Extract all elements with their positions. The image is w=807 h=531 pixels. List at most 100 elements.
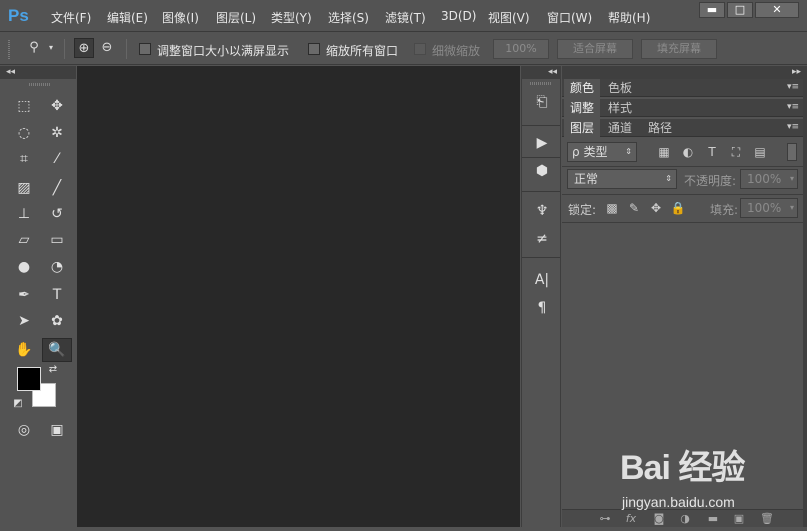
menu-3d[interactable]: 3D(D): [441, 9, 476, 23]
tab-channels[interactable]: 通道: [602, 119, 638, 137]
lasso-tool-icon[interactable]: ◌: [11, 122, 37, 144]
foreground-color-swatch[interactable]: [17, 367, 41, 391]
brush-settings-panel-icon[interactable]: ≠: [530, 228, 554, 250]
panel-menu-icon[interactable]: ▾≡: [787, 102, 799, 112]
actions-panel-icon[interactable]: ▶: [530, 132, 554, 154]
history-brush-tool-icon[interactable]: ↺: [44, 203, 70, 225]
healing-brush-tool-icon[interactable]: ▨: [11, 177, 37, 199]
lock-position-icon[interactable]: ✥: [648, 200, 664, 216]
eyedropper-tool-icon[interactable]: ⁄: [44, 148, 70, 170]
fit-screen-button[interactable]: 适合屏幕: [557, 39, 633, 59]
minimize-button[interactable]: ▬: [699, 2, 725, 18]
tab-adjustments[interactable]: 调整: [564, 99, 601, 117]
type-layer-filter-icon[interactable]: T: [704, 144, 720, 160]
pixel-layer-filter-icon[interactable]: ▦: [656, 144, 672, 160]
zoom-in-icon[interactable]: ⊕: [74, 38, 94, 58]
chevron-down-icon: ▾: [789, 174, 794, 183]
blur-tool-icon[interactable]: ●: [11, 256, 37, 278]
zoom-all-windows-checkbox[interactable]: [308, 43, 320, 55]
menu-image[interactable]: 图像(I): [162, 9, 199, 26]
resize-windows-checkbox[interactable]: [139, 43, 151, 55]
character-panel-icon[interactable]: A|: [530, 269, 554, 291]
blend-mode-select[interactable]: 正常 ⇕: [567, 169, 677, 189]
menu-select[interactable]: 选择(S): [328, 9, 369, 26]
tab-swatches[interactable]: 色板: [602, 79, 638, 97]
dock-separator: [522, 125, 560, 126]
adjustment-layer-filter-icon[interactable]: ◐: [680, 144, 696, 160]
hand-tool-icon[interactable]: ✋: [11, 339, 37, 361]
lock-image-pixels-icon[interactable]: ✎: [626, 200, 642, 216]
panel-menu-icon[interactable]: ▾≡: [787, 82, 799, 92]
toolbox-grip[interactable]: [29, 83, 51, 86]
close-button[interactable]: ✕: [755, 2, 799, 18]
rectangular-marquee-tool-icon[interactable]: ⬚: [11, 95, 37, 117]
dock-grip[interactable]: [530, 82, 552, 85]
shape-layer-filter-icon[interactable]: ⛶: [728, 144, 744, 160]
lock-all-icon[interactable]: 🔒: [670, 200, 686, 216]
crop-tool-icon[interactable]: ⌗: [11, 148, 37, 170]
toolbox-collapse-button[interactable]: ◂◂: [0, 66, 76, 79]
lock-label: 锁定:: [568, 203, 597, 217]
link-layers-icon[interactable]: ⊶: [596, 511, 614, 527]
quick-mask-icon[interactable]: ◎: [11, 419, 37, 441]
document-canvas-area[interactable]: [77, 66, 520, 527]
options-bar-grip[interactable]: [8, 39, 10, 59]
menu-filter[interactable]: 滤镜(T): [385, 9, 426, 26]
brush-presets-panel-icon[interactable]: ♆: [530, 200, 554, 222]
dodge-tool-icon[interactable]: ◔: [44, 256, 70, 278]
brush-tool-icon[interactable]: ╱: [44, 177, 70, 199]
custom-shape-tool-icon[interactable]: ✿: [44, 310, 70, 332]
zoom-tool-icon[interactable]: 🔍: [42, 338, 72, 362]
path-selection-tool-icon[interactable]: ➤: [11, 310, 37, 332]
tab-styles[interactable]: 样式: [602, 99, 638, 117]
color-panel-tabs: 颜色 色板 ▾≡: [562, 79, 803, 97]
actual-pixels-button[interactable]: 100%: [493, 39, 549, 59]
zoom-out-icon[interactable]: ⊖: [97, 38, 117, 58]
zoom-all-windows-label: 缩放所有窗口: [326, 44, 399, 58]
pen-tool-icon[interactable]: ✒: [11, 284, 37, 306]
type-tool-icon[interactable]: T: [44, 284, 70, 306]
filter-toggle-switch[interactable]: [787, 143, 797, 161]
panel-menu-icon[interactable]: ▾≡: [787, 122, 799, 132]
screen-mode-icon[interactable]: ▣: [44, 419, 70, 441]
gradient-tool-icon[interactable]: ▭: [44, 229, 70, 251]
options-separator: [64, 39, 65, 59]
lock-transparent-pixels-icon[interactable]: ▩: [604, 200, 620, 216]
paragraph-panel-icon[interactable]: ¶: [530, 297, 554, 319]
tab-color[interactable]: 颜色: [564, 79, 601, 97]
zoom-tool-preset-icon[interactable]: ⚲: [24, 38, 44, 58]
preset-dropdown-icon[interactable]: ▾: [45, 38, 57, 58]
menu-edit[interactable]: 编辑(E): [107, 9, 148, 26]
3d-panel-icon[interactable]: ⬢: [530, 160, 554, 182]
layers-panel-tabs: 图层 通道 路径 ▾≡: [562, 119, 803, 137]
menu-layer[interactable]: 图层(L): [216, 9, 256, 26]
tab-layers[interactable]: 图层: [564, 119, 601, 137]
default-colors-icon[interactable]: ◩: [11, 397, 25, 411]
magic-wand-tool-icon[interactable]: ✲: [44, 122, 70, 144]
layer-filter-select[interactable]: ρ 类型 ⇕: [567, 142, 637, 162]
fill-input[interactable]: 100% ▾: [740, 198, 798, 218]
options-bar: ⚲ ▾ ⊕ ⊖ 调整窗口大小以满屏显示 缩放所有窗口 细微缩放 100% 适合屏…: [0, 33, 807, 65]
tab-paths[interactable]: 路径: [642, 119, 678, 137]
scrubby-zoom-label: 细微缩放: [432, 44, 481, 58]
chevron-down-icon: ▾: [789, 203, 794, 212]
fill-label: 填充:: [710, 203, 739, 217]
eraser-tool-icon[interactable]: ▱: [11, 229, 37, 251]
menu-window[interactable]: 窗口(W): [547, 9, 592, 26]
smart-object-filter-icon[interactable]: ▤: [752, 144, 768, 160]
menu-help[interactable]: 帮助(H): [608, 9, 650, 26]
right-panel-scrollbar[interactable]: [803, 79, 807, 527]
swap-colors-icon[interactable]: ⇄: [45, 363, 61, 377]
move-tool-icon[interactable]: ✥: [44, 95, 70, 117]
menu-view[interactable]: 视图(V): [488, 9, 530, 26]
opacity-input[interactable]: 100% ▾: [740, 169, 798, 189]
fill-screen-button[interactable]: 填充屏幕: [641, 39, 717, 59]
menu-file[interactable]: 文件(F): [51, 9, 91, 26]
maximize-button[interactable]: □: [727, 2, 753, 18]
history-panel-icon[interactable]: ⎗: [530, 91, 554, 113]
dock-expand-button[interactable]: ◂◂: [521, 66, 561, 79]
scrubby-zoom-checkbox[interactable]: [414, 43, 426, 55]
menu-type[interactable]: 类型(Y): [271, 9, 312, 26]
right-panels-collapse-button[interactable]: ▸▸: [562, 66, 807, 79]
clone-stamp-tool-icon[interactable]: ⊥: [11, 203, 37, 225]
